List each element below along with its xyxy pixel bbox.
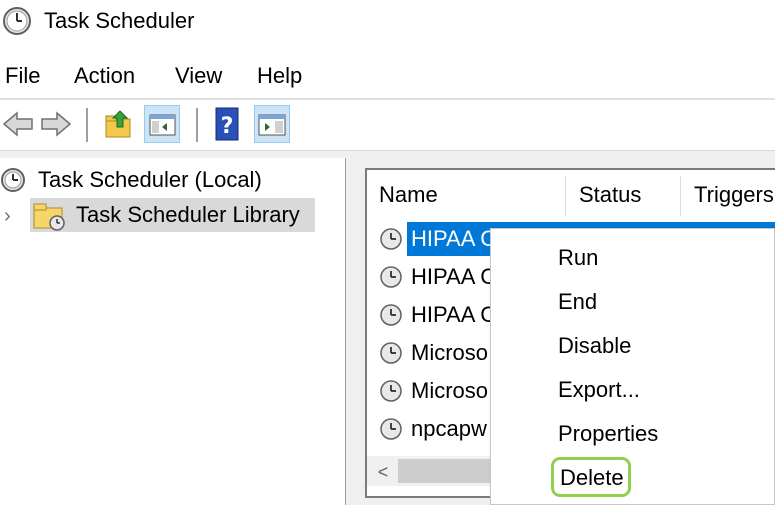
pane-splitter[interactable] <box>345 158 355 505</box>
column-divider[interactable] <box>680 176 681 216</box>
task-clock-icon <box>380 342 402 364</box>
task-name: Microso <box>411 340 489 365</box>
task-name: HIPAA C <box>411 226 497 251</box>
toolbar-separator <box>86 108 88 142</box>
up-folder-icon[interactable] <box>100 105 136 143</box>
column-header-name[interactable]: Name <box>367 170 565 220</box>
column-headers: Name Status Triggers <box>367 170 775 220</box>
context-menu-run[interactable]: Run <box>558 245 598 271</box>
task-clock-icon <box>380 228 402 250</box>
task-name: HIPAA C <box>411 264 497 289</box>
show-hide-console-tree-button[interactable] <box>144 105 180 143</box>
column-header-status[interactable]: Status <box>567 170 680 220</box>
tree-item-label: Task Scheduler Library <box>76 202 300 227</box>
task-clock-icon <box>380 304 402 326</box>
expand-chevron-icon[interactable]: › <box>4 205 11 228</box>
context-menu-export[interactable]: Export... <box>558 377 640 403</box>
show-hide-action-pane-icon <box>258 114 286 136</box>
clock-icon <box>3 7 31 35</box>
context-menu-properties[interactable]: Properties <box>558 421 658 447</box>
menu-action[interactable]: Action <box>74 63 135 89</box>
context-menu-end[interactable]: End <box>558 289 597 315</box>
clock-icon <box>1 168 25 192</box>
window-title: Task Scheduler <box>44 8 195 33</box>
svg-text:?: ? <box>221 114 234 139</box>
back-arrow-icon[interactable] <box>0 105 36 143</box>
task-name: npcapw <box>411 416 487 441</box>
scroll-left-arrow-icon[interactable]: < <box>371 460 395 484</box>
task-clock-icon <box>380 266 402 288</box>
context-menu <box>490 228 775 505</box>
task-name: HIPAA C <box>411 302 497 327</box>
menu-view[interactable]: View <box>175 63 222 89</box>
column-divider[interactable] <box>565 176 566 216</box>
task-clock-icon <box>380 418 402 440</box>
toolbar: ? <box>0 100 775 150</box>
task-name: Microso <box>411 378 489 403</box>
help-icon[interactable]: ? <box>210 105 246 143</box>
context-menu-disable[interactable]: Disable <box>558 333 631 359</box>
tree-item-task-scheduler-library[interactable]: Task Scheduler Library <box>30 198 315 232</box>
forward-arrow-icon[interactable] <box>38 105 74 143</box>
show-hide-console-tree-icon <box>149 114 176 136</box>
tree-item-task-scheduler-local[interactable]: Task Scheduler (Local) <box>0 163 300 197</box>
menu-bar: File Action View Help <box>0 55 775 95</box>
title-bar: Task Scheduler <box>0 0 775 50</box>
show-hide-action-pane-button[interactable] <box>254 105 290 143</box>
menu-file[interactable]: File <box>5 63 40 89</box>
menu-help[interactable]: Help <box>257 63 302 89</box>
delete-highlight-outline <box>551 457 631 497</box>
column-header-triggers[interactable]: Triggers <box>682 170 775 220</box>
task-clock-icon <box>380 380 402 402</box>
tree-item-label: Task Scheduler (Local) <box>38 167 262 192</box>
toolbar-separator <box>196 108 198 142</box>
clock-folder-icon <box>33 203 65 231</box>
